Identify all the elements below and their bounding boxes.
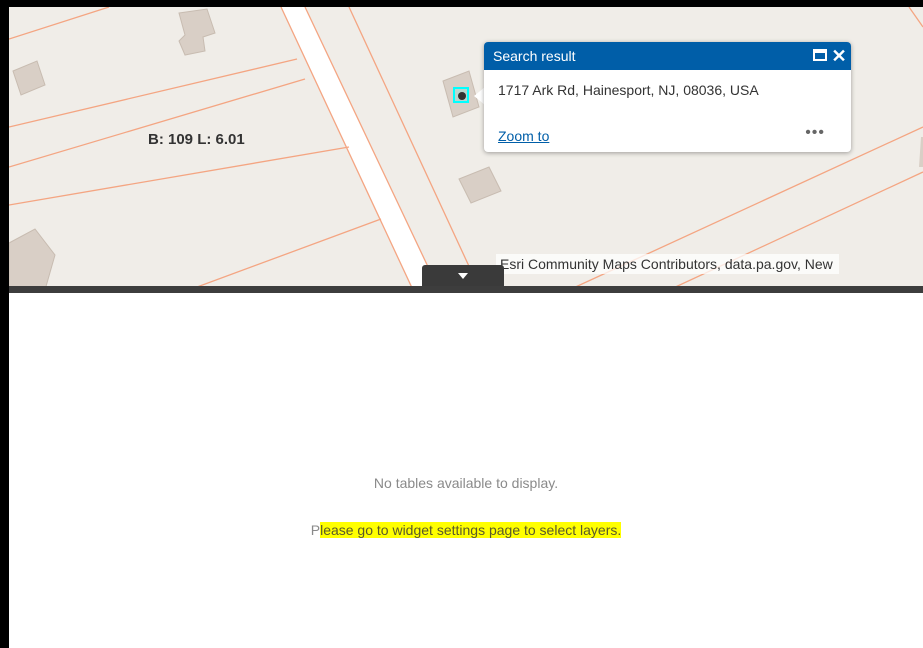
no-tables-message: No tables available to display. (373, 475, 559, 491)
close-icon[interactable]: ✕ (830, 42, 848, 70)
settings-hint-message: Please go to widget settings page to sel… (9, 522, 923, 538)
settings-hint-first-char: P (310, 522, 321, 538)
search-result-marker[interactable] (453, 87, 469, 103)
zoom-to-link[interactable]: Zoom to (498, 128, 549, 144)
more-options-icon[interactable]: ••• (805, 124, 825, 142)
parcel-label: B: 109 L: 6.01 (148, 131, 245, 148)
attribute-table-panel: No tables available to display. Please g… (9, 293, 923, 648)
map-attribution: Esri Community Maps Contributors, data.p… (496, 254, 839, 274)
search-result-popup: Search result ✕ 1717 Ark Rd, Hainesport,… (484, 42, 851, 152)
marker-dot (458, 92, 466, 100)
panel-splitter[interactable] (9, 286, 923, 293)
chevron-down-icon (458, 273, 468, 279)
popup-title: Search result (493, 48, 576, 64)
map-view[interactable]: B: 109 L: 6.01 Search result ✕ 1717 Ark … (9, 7, 923, 290)
settings-hint-highlighted: lease go to widget settings page to sele… (320, 522, 622, 538)
popup-header: Search result ✕ (484, 42, 851, 70)
maximize-icon[interactable] (813, 49, 827, 61)
popup-address: 1717 Ark Rd, Hainesport, NJ, 08036, USA (498, 82, 759, 98)
